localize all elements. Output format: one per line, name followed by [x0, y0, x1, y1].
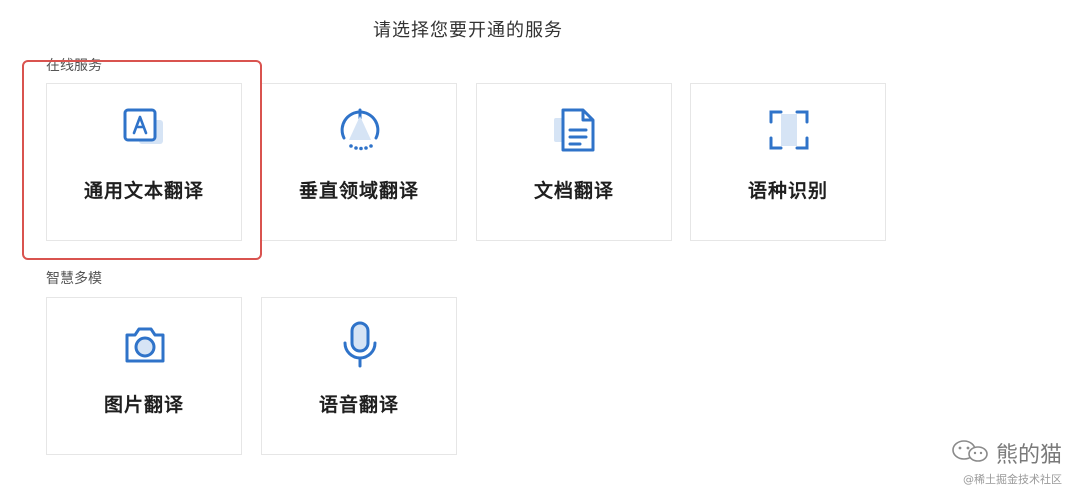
camera-icon [119, 318, 171, 370]
card-label: 垂直领域翻译 [298, 180, 419, 202]
scan-frame-icon [763, 104, 815, 156]
text-translate-icon [119, 104, 171, 156]
microphone-icon [334, 318, 386, 370]
card-domain-translate[interactable]: 垂直领域翻译 [261, 83, 457, 241]
section-label-online: 在线服务 [46, 58, 102, 74]
section-label-multimodal: 智慧多模 [46, 271, 102, 287]
card-label: 通用文本翻译 [83, 180, 204, 202]
page-title: 请选择您要开通的服务 [373, 20, 563, 41]
card-label: 语音翻译 [318, 394, 399, 416]
card-text-translate[interactable]: 通用文本翻译 [46, 83, 242, 241]
watermark-name: 熊的猫 [995, 443, 1062, 468]
wechat-icon [950, 438, 990, 468]
card-voice-translate[interactable]: 语音翻译 [261, 297, 457, 455]
card-label: 文档翻译 [533, 180, 614, 202]
domain-translate-icon [334, 104, 386, 156]
watermark: 熊的猫 @稀土掘金技术社区 [950, 437, 1062, 487]
document-icon [549, 104, 601, 156]
card-label: 语种识别 [747, 180, 828, 202]
card-label: 图片翻译 [103, 394, 184, 416]
watermark-source: @稀土掘金技术社区 [963, 473, 1062, 486]
card-document-translate[interactable]: 文档翻译 [476, 83, 672, 241]
card-language-detect[interactable]: 语种识别 [690, 83, 886, 241]
card-image-translate[interactable]: 图片翻译 [46, 297, 242, 455]
